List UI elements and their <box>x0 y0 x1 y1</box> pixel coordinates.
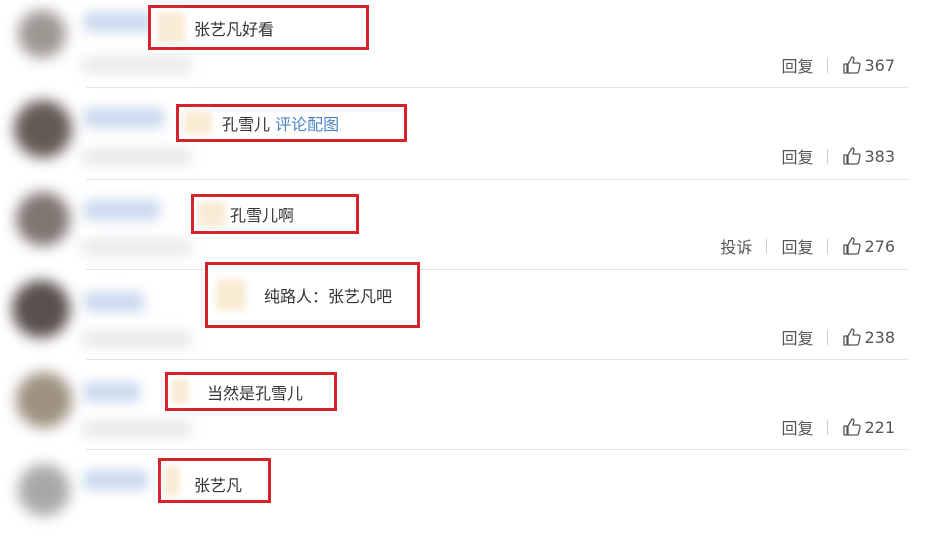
action-divider <box>827 57 829 73</box>
reply-button[interactable]: 回复 <box>781 234 813 258</box>
commenter-name[interactable] <box>84 108 164 128</box>
comment-actions: 回复 221 <box>781 415 895 439</box>
action-divider <box>827 238 829 254</box>
comment-actions: 回复 238 <box>781 325 895 349</box>
reply-button[interactable]: 回复 <box>781 325 813 349</box>
avatar[interactable] <box>18 10 66 58</box>
action-divider <box>766 238 768 254</box>
comment-highlight-box: 张艺凡 <box>158 458 271 503</box>
comment-text: 张艺凡 <box>194 476 243 496</box>
avatar[interactable] <box>16 372 72 428</box>
like-count: 221 <box>864 417 895 437</box>
comment-item: 孔雪儿 评论配图 回复 383 <box>0 90 927 180</box>
like-count: 367 <box>864 55 895 75</box>
like-button[interactable]: 367 <box>842 55 895 75</box>
comment-text: 当然是孔雪儿 <box>207 383 304 403</box>
comment-meta <box>82 332 192 346</box>
comment-meta <box>82 150 192 164</box>
comment-highlight-box: 张艺凡好看 <box>148 5 369 50</box>
comment-text-body: 孔雪儿 <box>222 115 271 134</box>
comment-divider <box>86 87 909 88</box>
commenter-name[interactable] <box>84 292 144 312</box>
emoji-avatar <box>184 111 212 135</box>
commenter-name[interactable] <box>84 382 140 402</box>
comment-text: 纯路人：张艺凡吧 <box>264 287 393 306</box>
reply-button[interactable]: 回复 <box>781 144 813 168</box>
thumbs-up-icon <box>843 147 862 165</box>
comment-image-link[interactable]: 评论配图 <box>275 115 339 134</box>
thumbs-up-icon <box>843 56 862 74</box>
thumbs-up-icon <box>843 237 862 255</box>
comment-text: 张艺凡好看 <box>194 19 275 39</box>
comment-highlight-box: 当然是孔雪儿 <box>165 372 337 411</box>
commenter-name[interactable] <box>84 200 160 220</box>
emoji-avatar <box>157 12 185 43</box>
like-button[interactable]: 238 <box>842 327 895 347</box>
like-count: 238 <box>864 327 895 347</box>
avatar[interactable] <box>14 100 72 158</box>
avatar[interactable] <box>16 192 70 246</box>
avatar[interactable] <box>18 464 70 516</box>
report-button[interactable]: 投诉 <box>720 234 752 258</box>
comment-actions: 投诉 回复 276 <box>720 234 895 258</box>
like-button[interactable]: 221 <box>842 417 895 437</box>
like-count: 383 <box>864 146 895 166</box>
comment-meta <box>82 422 192 436</box>
action-divider <box>827 329 829 345</box>
comment-item: 张艺凡 <box>0 450 927 540</box>
comment-highlight-box: 孔雪儿啊 <box>191 194 359 234</box>
like-button[interactable]: 383 <box>842 146 895 166</box>
thumbs-up-icon <box>843 328 862 346</box>
comment-text: 孔雪儿 评论配图 <box>222 111 339 135</box>
comment-actions: 回复 367 <box>781 53 895 77</box>
commenter-name[interactable] <box>84 470 148 490</box>
comment-highlight-box: 孔雪儿 评论配图 <box>176 104 407 142</box>
like-count: 276 <box>864 236 895 256</box>
reply-button[interactable]: 回复 <box>781 53 813 77</box>
comment-item: 孔雪儿啊 投诉 回复 276 <box>0 180 927 270</box>
comment-text: 孔雪儿啊 <box>230 206 295 225</box>
emoji-avatar <box>216 279 246 311</box>
action-divider <box>827 419 829 435</box>
comment-highlight-box: 纯路人：张艺凡吧 <box>205 262 420 328</box>
thumbs-up-icon <box>843 418 862 436</box>
comment-meta <box>82 58 192 72</box>
emoji-avatar <box>164 465 180 496</box>
like-button[interactable]: 276 <box>842 236 895 256</box>
comment-item: 张艺凡好看 回复 367 <box>0 0 927 88</box>
reply-button[interactable]: 回复 <box>781 415 813 439</box>
comment-meta <box>82 240 192 254</box>
avatar[interactable] <box>12 280 70 338</box>
commenter-name[interactable] <box>84 12 154 32</box>
emoji-avatar <box>171 379 189 404</box>
action-divider <box>827 148 829 164</box>
comment-item: 纯路人：张艺凡吧 回复 238 <box>0 262 927 360</box>
comment-actions: 回复 383 <box>781 144 895 168</box>
comment-item: 当然是孔雪儿 回复 221 <box>0 360 927 450</box>
emoji-avatar <box>198 201 226 227</box>
